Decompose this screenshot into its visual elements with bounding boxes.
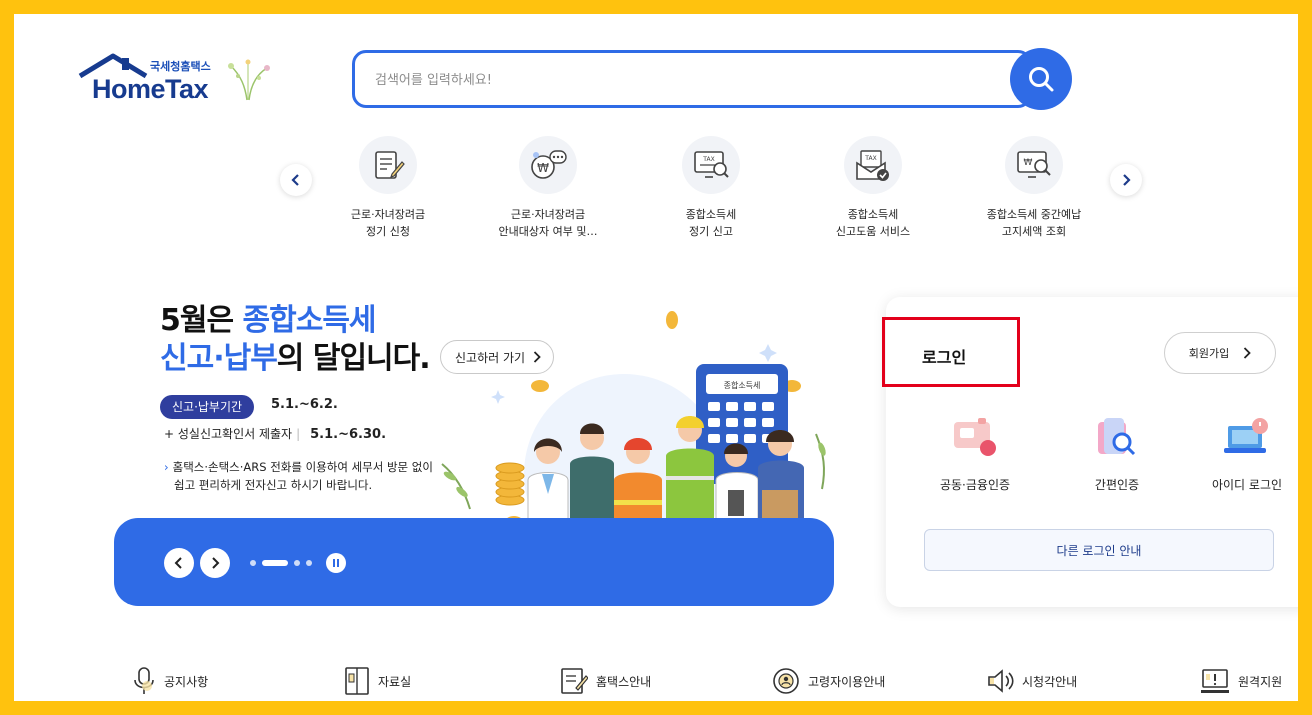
logo-wordmark: HomeTax	[92, 74, 209, 104]
login-option-certificate[interactable]: 공동·금융인증	[910, 414, 1040, 493]
login-option-id[interactable]: 아이디 로그인	[1182, 414, 1298, 493]
svg-text:₩: ₩	[537, 161, 549, 175]
quick-icon-wrap: ₩	[1005, 136, 1063, 194]
quick-item-label: 종합소득세 신고도움 서비스	[835, 208, 911, 238]
slide-pause-button[interactable]	[326, 553, 346, 573]
bottom-nav-hometax-guide[interactable]: 홈택스안내	[560, 666, 651, 696]
sign-up-button[interactable]: 회원가입	[1164, 332, 1276, 374]
filing-period: 5.1.~6.2.	[271, 397, 338, 412]
logo-subtitle: 국세청홈택스	[150, 60, 211, 73]
microphone-icon	[134, 667, 154, 694]
quick-icon-wrap	[359, 136, 417, 194]
quick-item-label: 근로·자녀장려금 정기 신청	[350, 208, 426, 238]
quick-item-label: 종합소득세 정기 신고	[685, 208, 737, 238]
slide-prev-button[interactable]	[164, 548, 194, 578]
slide-next-button[interactable]	[200, 548, 230, 578]
quick-item-label: 근로·자녀장려금 안내대상자 여부 및…	[498, 208, 598, 238]
other-login-guide-button[interactable]: 다른 로그인 안내	[924, 529, 1274, 571]
quick-icon-wrap: TAX	[682, 136, 740, 194]
won-search-monitor-icon: ₩	[1017, 151, 1051, 178]
senior-badge-icon	[773, 668, 799, 694]
chevron-left-icon	[291, 174, 299, 186]
monitor-alert-icon	[1201, 669, 1229, 693]
login-option-simple-auth[interactable]: 간편인증	[1052, 414, 1182, 493]
quick-item-income-tax-filing[interactable]: TAX 종합소득세 정기 신고	[626, 136, 796, 240]
slide-pagination	[250, 560, 312, 566]
quick-icon-wrap: ₩	[519, 136, 577, 194]
hero-notice: › 홈택스·손택스·ARS 전화를 이용하여 세무서 방문 없이 쉽고 편리하게 …	[164, 460, 433, 492]
quick-item-label: 종합소득세 중간예납 고지세액 조회	[986, 208, 1082, 238]
bottom-nav-notice[interactable]: 공지사항	[132, 666, 208, 696]
slide-dot-active[interactable]	[262, 560, 288, 566]
form-pen-icon	[375, 151, 405, 179]
chevron-right-icon	[1123, 174, 1131, 186]
bottom-nav-label: 홈택스안내	[596, 674, 652, 689]
slide-dot[interactable]	[294, 560, 300, 566]
slide-dot[interactable]	[250, 560, 256, 566]
certificate-card-icon	[954, 418, 996, 456]
bottom-nav-remote-support[interactable]: 원격지원	[1200, 666, 1282, 696]
chevron-right-icon	[1244, 347, 1252, 359]
search-box	[352, 50, 1032, 108]
slide-dot[interactable]	[306, 560, 312, 566]
binder-icon	[345, 667, 369, 695]
search-button[interactable]	[1010, 48, 1072, 110]
bottom-nav-label: 공지사항	[164, 674, 209, 689]
hometax-logo[interactable]: 국세청홈택스 HomeTax	[78, 52, 278, 112]
login-title: 로그인	[922, 348, 967, 367]
quick-item-earned-income-credit-eligibility[interactable]: ₩ 근로·자녀장려금 안내대상자 여부 및…	[463, 136, 633, 240]
tax-monitor-icon: TAX	[694, 151, 729, 178]
page-frame: 국세청홈택스 HomeTax 검색어를 입력하세요! 근로·자녀장려금 정기 신…	[14, 14, 1298, 701]
bottom-nav-label: 시청각안내	[1022, 674, 1078, 689]
won-chat-icon: ₩	[531, 150, 567, 179]
search-input[interactable]	[375, 68, 975, 92]
calculator-label: 종합소득세	[724, 381, 761, 390]
tax-workers-illustration: 종합소득세	[441, 311, 826, 544]
bottom-nav-label: 원격지원	[1238, 674, 1283, 689]
quick-item-interim-prepayment-lookup[interactable]: ₩ 종합소득세 중간예납 고지세액 조회	[949, 136, 1119, 240]
tax-envelope-check-icon: TAX	[856, 150, 889, 181]
quick-item-earned-income-credit-apply[interactable]: 근로·자녀장려금 정기 신청	[303, 136, 473, 240]
bottom-nav-archive[interactable]: 자료실	[344, 666, 411, 696]
chevron-left-icon	[174, 557, 182, 569]
login-option-label: 공동·금융인증	[939, 478, 1011, 492]
sign-up-label: 회원가입	[1188, 347, 1230, 360]
search-icon	[1029, 67, 1054, 92]
svg-text:TAX: TAX	[702, 156, 714, 163]
speaker-icon	[988, 669, 1014, 693]
bottom-nav-audiovisual-guide[interactable]: 시청각안내	[986, 666, 1077, 696]
quick-item-income-tax-help-service[interactable]: TAX 종합소득세 신고도움 서비스	[788, 136, 958, 240]
hero-title: 5월은 종합소득세 신고·납부의 달입니다.	[160, 303, 431, 376]
filing-period-badge: 신고·납부기간	[160, 395, 255, 419]
chevron-right-icon	[212, 557, 220, 569]
bottom-nav-label: 자료실	[378, 674, 412, 689]
bottom-nav-label: 고령자이용안내	[808, 674, 886, 689]
svg-text:TAX: TAX	[864, 155, 876, 162]
leaf-decoration-icon	[228, 59, 270, 101]
svg-text:₩: ₩	[1024, 158, 1033, 168]
bottom-nav-senior-guide[interactable]: 고령자이용안내	[772, 666, 885, 696]
phone-search-icon	[1098, 418, 1136, 456]
laptop-power-icon	[1224, 418, 1268, 453]
pause-icon	[333, 559, 335, 567]
document-pen-icon	[561, 668, 588, 694]
login-option-label: 간편인증	[1094, 478, 1140, 492]
sincerity-filer-period: + 성실신고확인서 제출자 | 5.1.~6.30.	[164, 427, 387, 442]
quick-icon-wrap: TAX	[844, 136, 902, 194]
login-option-label: 아이디 로그인	[1211, 478, 1283, 492]
